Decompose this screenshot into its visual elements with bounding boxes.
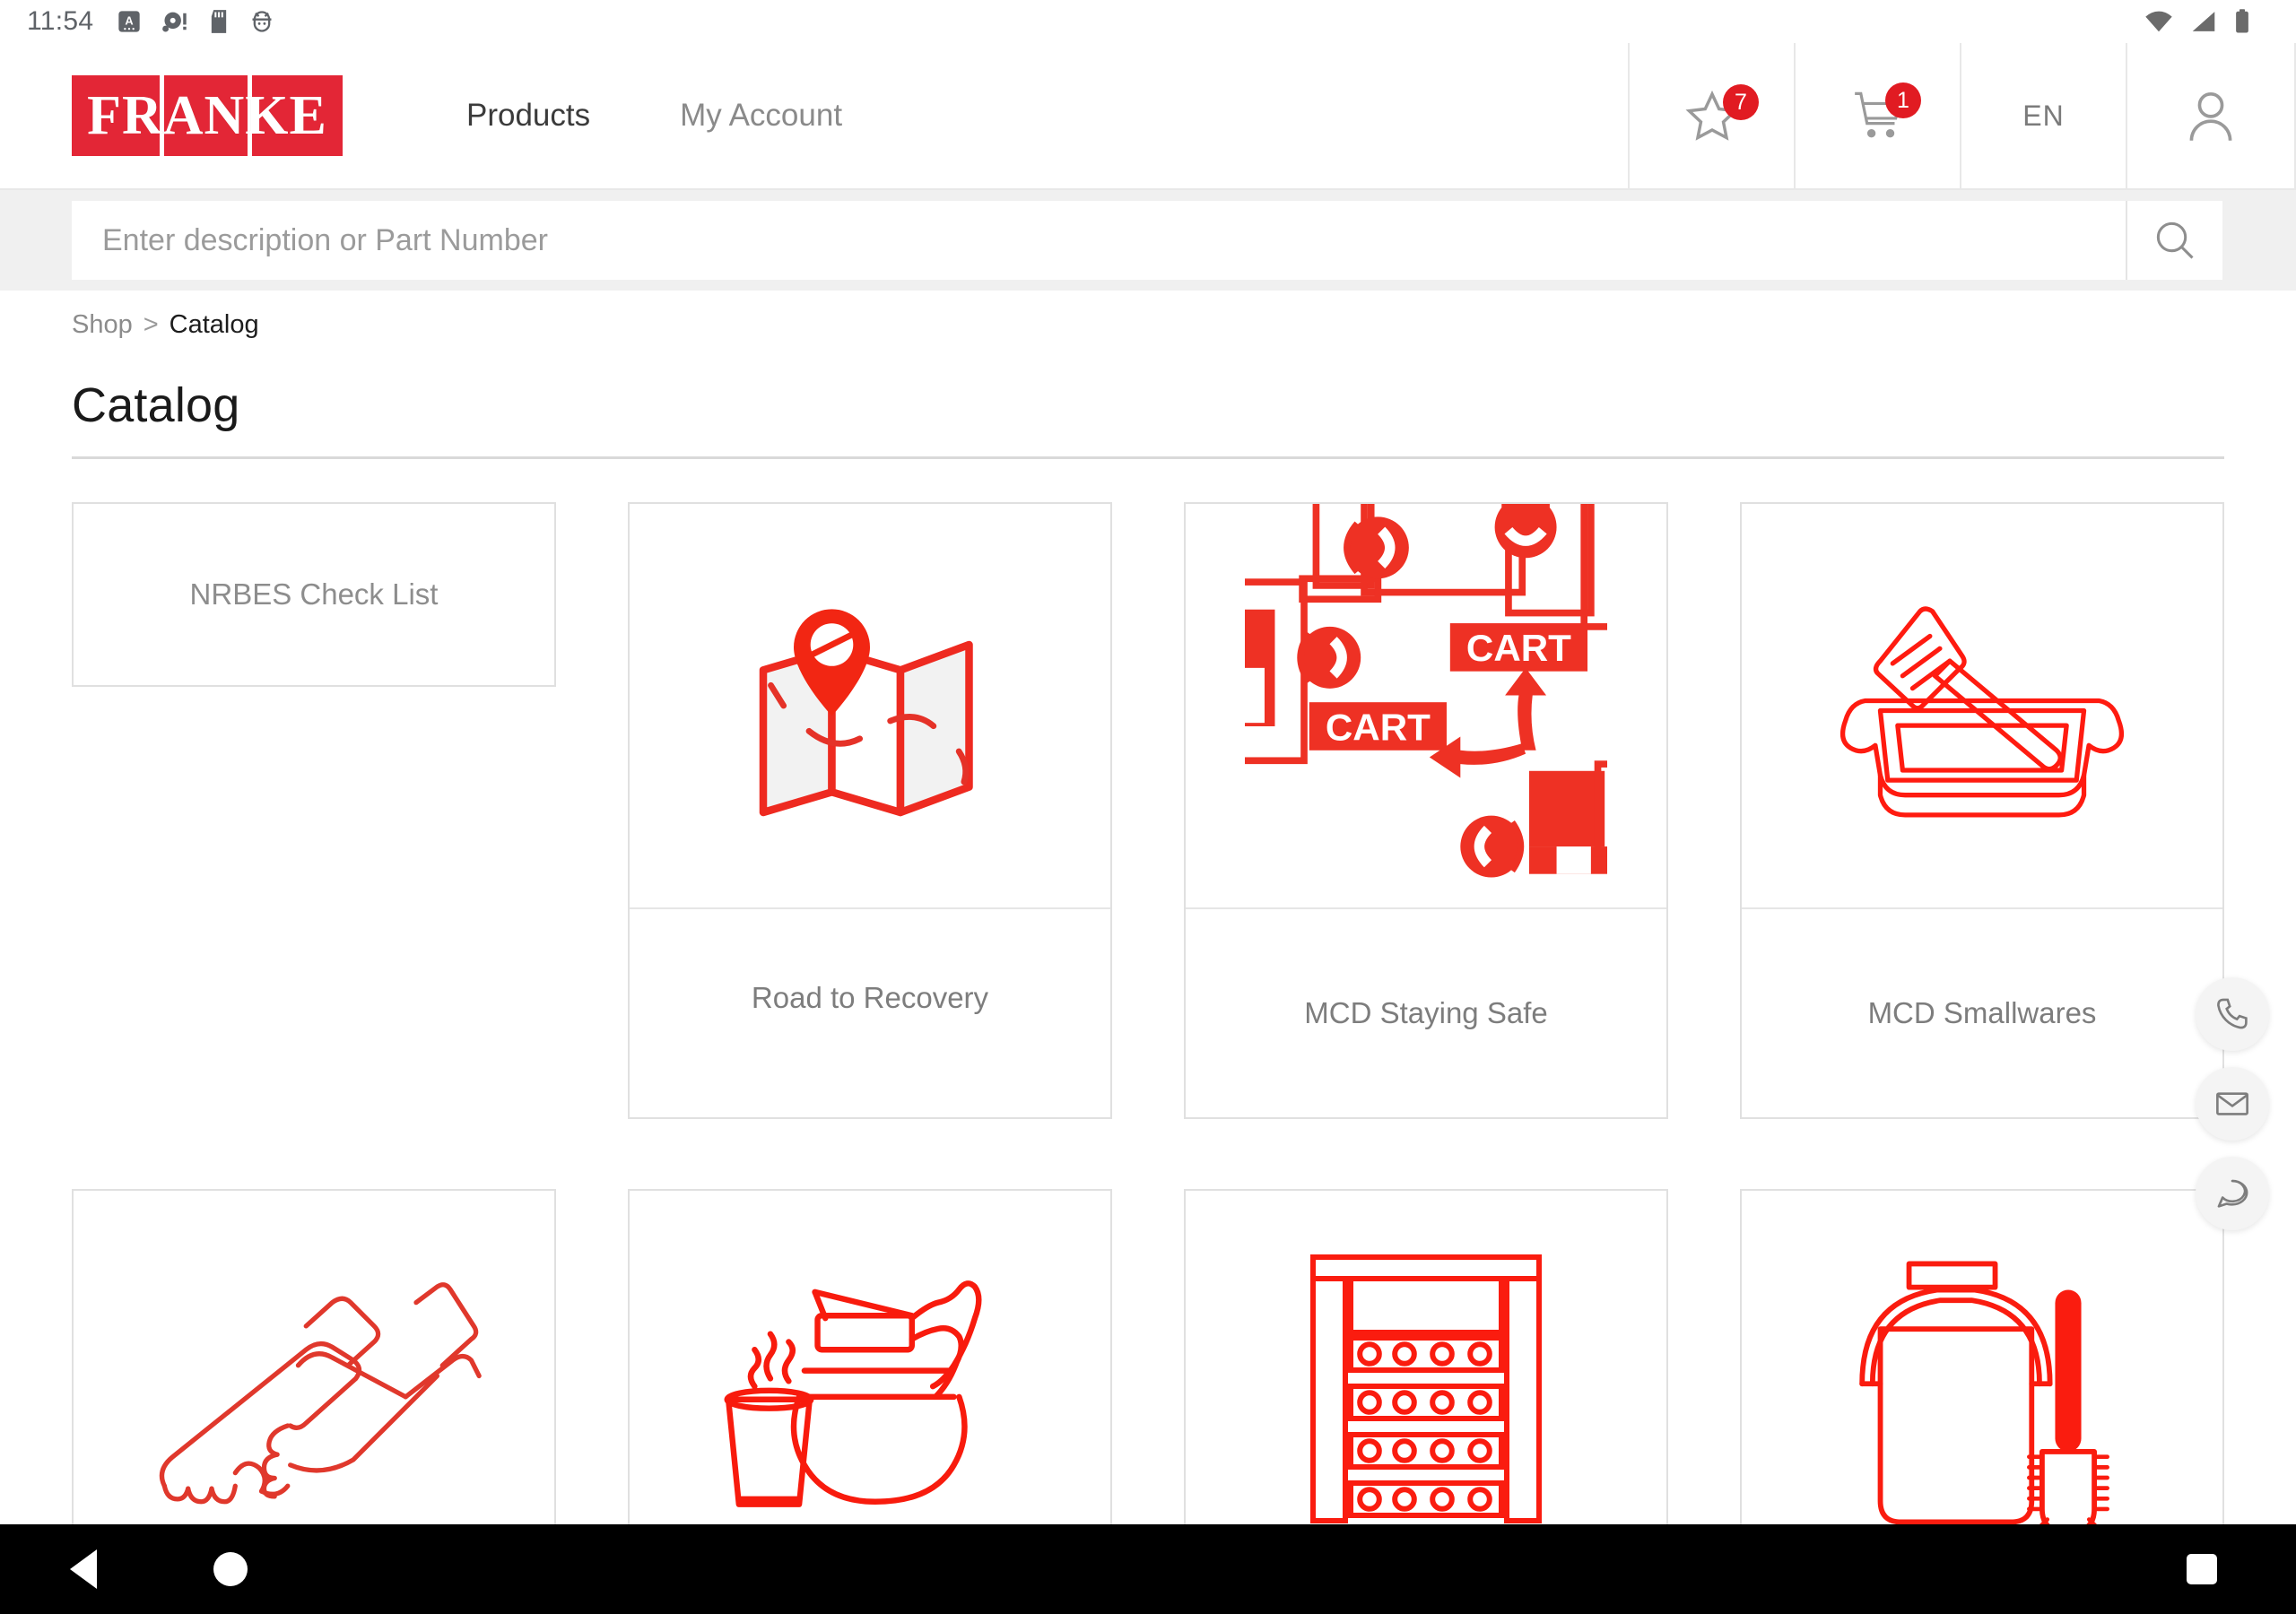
status-bar-clock: 11:54: [27, 6, 94, 36]
franke-logo[interactable]: FRANKE: [72, 75, 343, 156]
page-title: Catalog: [72, 378, 240, 432]
breadcrumb-current: Catalog: [169, 310, 259, 339]
user-icon: [2189, 91, 2232, 141]
sd-card-icon: [212, 10, 227, 33]
android-debug-icon: [252, 11, 272, 32]
status-bar-left-icons: A: [117, 9, 274, 34]
card-label: MCD Smallwares: [1867, 996, 2097, 1029]
status-bar-right-icons: [2144, 8, 2269, 35]
svg-text:CART: CART: [1466, 627, 1571, 669]
breadcrumb-separator: >: [143, 310, 159, 339]
card-thumbnail: [1186, 1191, 1666, 1524]
catalog-card-mcd-smallwares[interactable]: MCD Smallwares: [1740, 502, 2224, 1119]
record-alert-icon: [162, 12, 187, 32]
phone-icon: [2217, 998, 2248, 1029]
page-content: Shop > Catalog Catalog NRBES Check List: [0, 291, 2296, 1524]
coffee-pot-cup-icon: [724, 1280, 982, 1507]
shelf-rack-icon: [1310, 1254, 1542, 1523]
search-box: [72, 201, 2222, 280]
android-status-bar: 11:54 A: [0, 0, 2296, 43]
cart-badge: 1: [1885, 82, 1921, 118]
person-3: [1297, 626, 1361, 689]
battery-icon: [2236, 9, 2248, 33]
catalog-card-hand-washing[interactable]: [72, 1189, 556, 1524]
signal-icon: [2192, 12, 2215, 31]
svg-text:A: A: [126, 14, 134, 28]
cart-label-2: CART: [1309, 702, 1447, 751]
catalog-card-nrbes-check-list[interactable]: NRBES Check List: [72, 502, 556, 687]
catalog-card-shelf-rack[interactable]: [1184, 1189, 1668, 1524]
contact-chat-button[interactable]: [2196, 1157, 2269, 1230]
back-button[interactable]: [70, 1549, 97, 1589]
catalog-card-road-to-recovery[interactable]: Road to Recovery: [628, 502, 1112, 1119]
floating-contact-buttons: [2196, 977, 2269, 1230]
nav-item-my-account[interactable]: My Account: [635, 98, 887, 134]
card-label: NRBES Check List: [189, 577, 439, 611]
catalog-grid: NRBES Check List Road to Recovery CART C…: [0, 502, 2296, 1524]
map-pin-icon: [759, 609, 973, 817]
catalog-card-mcd-staying-safe[interactable]: CART CART MCD Staying Safe: [1184, 502, 1668, 1119]
search-bar-region: [0, 190, 2296, 291]
language-label: EN: [2022, 99, 2065, 132]
contact-email-button[interactable]: [2196, 1067, 2269, 1141]
home-button[interactable]: [213, 1552, 248, 1586]
site-header: FRANKE Products My Account 7 1 EN: [0, 43, 2296, 190]
breadcrumb-shop[interactable]: Shop: [72, 310, 133, 340]
header-actions: 7 1 EN: [1628, 43, 2296, 188]
language-selector[interactable]: EN: [1960, 43, 2126, 188]
chat-icon: [2217, 1179, 2248, 1208]
svg-text:CART: CART: [1326, 706, 1431, 748]
card-thumbnail: [630, 1191, 1110, 1524]
card-label: Road to Recovery: [751, 981, 989, 1014]
bucket-brush-icon: [1859, 1261, 2109, 1524]
cart-button[interactable]: 1: [1794, 43, 1960, 188]
shelf-rows: [1348, 1335, 1504, 1518]
text-input-a-icon: A: [118, 11, 141, 32]
person-4: [1460, 815, 1525, 878]
nav-item-products[interactable]: Products: [422, 98, 635, 134]
title-divider: [72, 456, 2224, 459]
favorites-button[interactable]: 7: [1628, 43, 1794, 188]
favorites-badge: 7: [1723, 84, 1759, 120]
android-navigation-bar: [0, 1524, 2296, 1614]
cart-label-1: CART: [1449, 623, 1588, 672]
wifi-icon: [2145, 11, 2172, 32]
card-label: MCD Staying Safe: [1304, 996, 1548, 1029]
account-button[interactable]: [2126, 43, 2296, 188]
search-icon: [2156, 221, 2194, 259]
search-input[interactable]: [72, 201, 2126, 280]
floorplan-cart-icon: CART CART: [1245, 504, 1607, 907]
catalog-card-bucket-brush[interactable]: [1740, 1189, 2224, 1524]
person-1: [1344, 516, 1409, 579]
search-submit-button[interactable]: [2126, 201, 2222, 280]
breadcrumb: Shop > Catalog: [72, 310, 2296, 340]
catalog-card-coffee-pot[interactable]: [628, 1189, 1112, 1524]
card-thumbnail: [630, 504, 1110, 909]
card-thumbnail: [74, 1191, 554, 1524]
recents-button[interactable]: [2187, 1554, 2217, 1584]
card-thumbnail: [1742, 504, 2222, 909]
card-thumbnail: [1742, 1191, 2222, 1524]
email-icon: [2216, 1092, 2248, 1115]
logo-text: FRANKE: [87, 85, 327, 146]
hand-washing-icon: [159, 1282, 482, 1505]
card-thumbnail: CART CART: [1186, 504, 1666, 909]
spatula-tray-icon: [1839, 606, 2125, 818]
main-navigation: Products My Account: [422, 43, 887, 188]
contact-call-button[interactable]: [2196, 977, 2269, 1051]
